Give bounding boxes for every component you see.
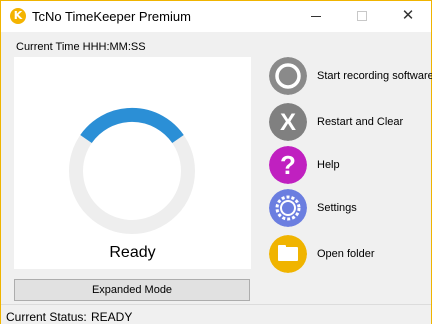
- status-label: Current Status:: [6, 310, 87, 324]
- question-icon[interactable]: ?: [269, 146, 307, 184]
- record-circle-icon[interactable]: [269, 57, 307, 95]
- timer-state-text: Ready: [109, 244, 156, 261]
- timer-panel: Ready: [14, 57, 251, 269]
- app-logo-icon: K: [10, 8, 26, 24]
- app-window: K TcNo TimeKeeper Premium ✕ Current Time…: [0, 0, 432, 324]
- x-restart-icon[interactable]: X: [269, 103, 307, 141]
- start-recording-action[interactable]: Start recording software: [269, 57, 432, 97]
- timer-ring-progress: [80, 107, 184, 144]
- maximize-icon: [357, 11, 367, 21]
- restart-clear-action[interactable]: X Restart and Clear: [269, 103, 429, 143]
- title-bar[interactable]: K TcNo TimeKeeper Premium ✕: [1, 1, 431, 32]
- svg-text:X: X: [280, 109, 296, 136]
- gear-settings-icon[interactable]: [269, 189, 307, 227]
- help-label[interactable]: Help: [317, 159, 340, 171]
- timer-ring: [69, 107, 195, 234]
- svg-text:?: ?: [280, 150, 296, 180]
- status-value: READY: [91, 310, 133, 324]
- window-title: TcNo TimeKeeper Premium: [32, 9, 191, 24]
- close-button[interactable]: ✕: [385, 1, 431, 32]
- restart-clear-label[interactable]: Restart and Clear: [317, 116, 403, 128]
- current-time-label: Current Time HHH:MM:SS: [16, 41, 146, 53]
- settings-label[interactable]: Settings: [317, 202, 357, 214]
- help-action[interactable]: ? Help: [269, 146, 429, 186]
- expanded-mode-button[interactable]: Expanded Mode: [14, 279, 250, 301]
- folder-icon[interactable]: [269, 235, 307, 273]
- start-recording-label[interactable]: Start recording software: [317, 70, 432, 82]
- maximize-button[interactable]: [339, 1, 385, 32]
- open-folder-label[interactable]: Open folder: [317, 248, 374, 260]
- minimize-button[interactable]: [293, 1, 339, 32]
- status-bar: Current Status: READY: [1, 304, 431, 324]
- minimize-icon: [311, 16, 321, 17]
- settings-action[interactable]: Settings: [269, 189, 429, 229]
- open-folder-action[interactable]: Open folder: [269, 235, 429, 275]
- close-icon: ✕: [401, 7, 415, 24]
